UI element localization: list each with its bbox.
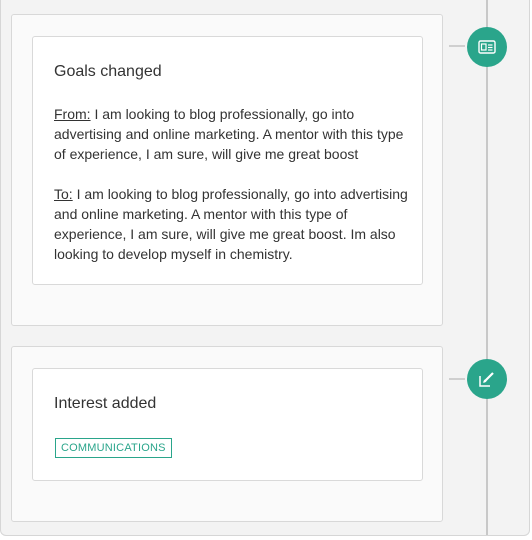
activity-timeline: Goals changed From: I am looking to blog… — [0, 0, 530, 536]
interest-added-event: Interest added COMMUNICATIONS — [11, 346, 443, 522]
goals-changed-event: Goals changed From: I am looking to blog… — [11, 14, 443, 326]
id-card-icon — [478, 40, 496, 54]
from-value: I am looking to blog professionally, go … — [54, 106, 404, 162]
pencil-edit-icon — [478, 370, 496, 388]
timeline-connector — [449, 45, 465, 47]
goals-from-text: From: I am looking to blog professionall… — [54, 104, 409, 164]
timeline-node — [467, 27, 507, 67]
to-label: To: — [54, 186, 73, 202]
timeline-line — [486, 0, 488, 535]
to-value: I am looking to blog professionally, go … — [54, 186, 408, 262]
timeline-connector — [449, 378, 465, 380]
from-label: From: — [54, 106, 91, 122]
interest-tag[interactable]: COMMUNICATIONS — [55, 438, 172, 458]
event-title: Interest added — [54, 395, 157, 412]
event-title: Goals changed — [54, 63, 162, 80]
timeline-node — [467, 359, 507, 399]
goals-to-text: To: I am looking to blog professionally,… — [54, 184, 409, 264]
goals-changed-card: Goals changed From: I am looking to blog… — [32, 36, 423, 285]
interest-added-card: Interest added COMMUNICATIONS — [32, 368, 423, 481]
